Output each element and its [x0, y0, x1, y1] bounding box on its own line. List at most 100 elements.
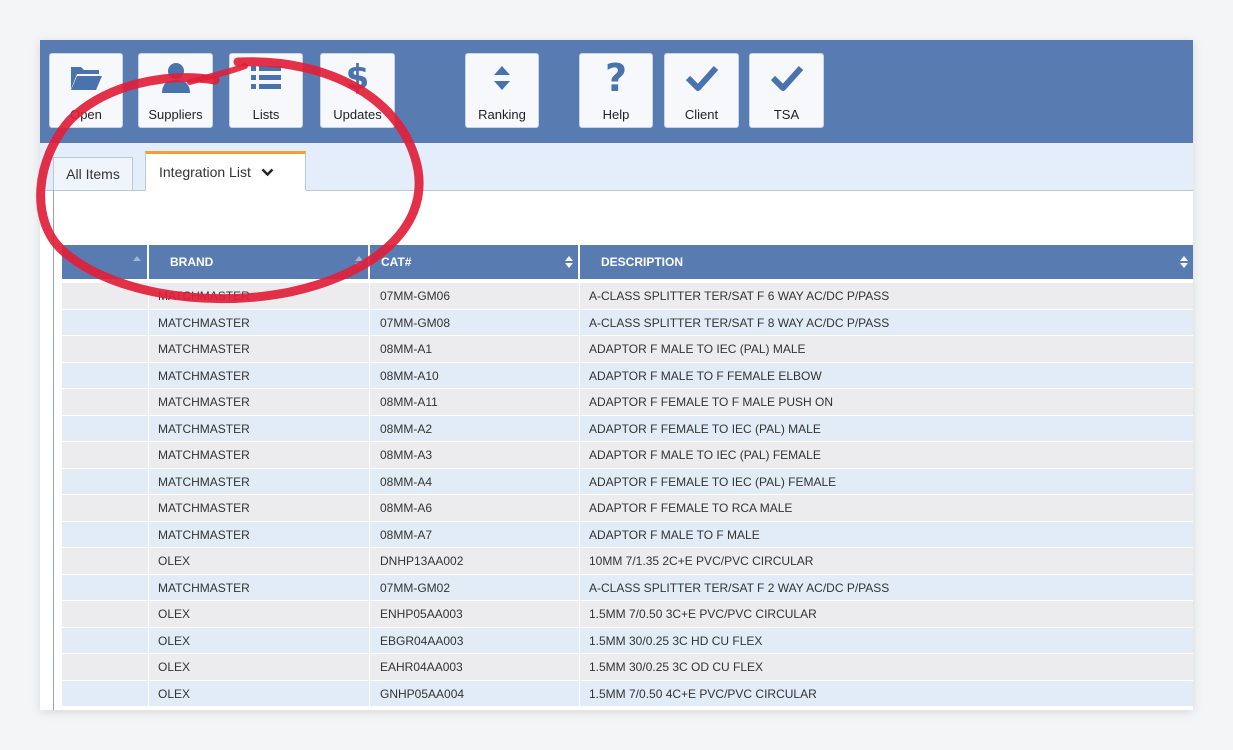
table-row[interactable]: OLEX GNHP05AA004 1.5MM 7/0.50 4C+E PVC/PVC… — [62, 680, 1193, 707]
description-cell: 1.5MM 30/0.25 3C HD CU FLEX — [589, 633, 763, 648]
table-row[interactable]: MATCHMASTER 08MM-A11 ADAPTOR F FEMALE TO F… — [62, 389, 1193, 416]
toolbar: Open Suppliers Lists $ Updates Ranking ?… — [40, 40, 1193, 143]
row-select-cell[interactable] — [62, 363, 147, 389]
chevron-down-icon[interactable] — [261, 168, 274, 177]
tsa-label: TSA — [773, 107, 800, 122]
updates-label: Updates — [333, 107, 382, 122]
brand-cell: OLEX — [158, 660, 191, 674]
tab-integration-list-label: Integration List — [159, 164, 251, 180]
brand-cell: MATCHMASTER — [158, 501, 250, 515]
suppliers-label: Suppliers — [148, 107, 203, 122]
lists-button[interactable]: Lists — [229, 53, 303, 128]
description-cell: ADAPTOR F MALE TO IEC (PAL) FEMALE — [589, 448, 821, 462]
brand-cell: OLEX — [158, 686, 191, 701]
table-row[interactable]: MATCHMASTER 08MM-A7 ADAPTOR F MALE TO F MA… — [62, 521, 1193, 548]
description-cell: ADAPTOR F FEMALE TO IEC (PAL) MALE — [589, 421, 821, 436]
row-select-cell[interactable] — [62, 575, 147, 601]
table-row[interactable]: MATCHMASTER 08MM-A6 ADAPTOR F FEMALE TO RC… — [62, 495, 1193, 522]
column-divider — [579, 283, 580, 710]
table-row[interactable]: MATCHMASTER 08MM-A10 ADAPTOR F MALE TO F F… — [62, 362, 1193, 389]
brand-cell: MATCHMASTER — [158, 395, 250, 409]
sort-asc-icon — [133, 256, 141, 261]
suppliers-button[interactable]: Suppliers — [138, 53, 213, 128]
client-label: Client — [684, 107, 719, 122]
table-row[interactable]: MATCHMASTER 08MM-A2 ADAPTOR F FEMALE TO IE… — [62, 415, 1193, 442]
table-row[interactable]: MATCHMASTER 08MM-A1 ADAPTOR F MALE TO IEC … — [62, 336, 1193, 363]
table-row[interactable]: MATCHMASTER 07MM-GM02 A-CLASS SPLITTER TER… — [62, 574, 1193, 601]
row-select-cell[interactable] — [62, 389, 147, 415]
tab-integration-list[interactable]: Integration List — [145, 151, 306, 191]
row-select-cell[interactable] — [62, 522, 147, 548]
brand-cell: MATCHMASTER — [158, 289, 250, 303]
cat-cell: 07MM-GM08 — [380, 315, 451, 330]
description-cell: 1.5MM 30/0.25 3C OD CU FLEX — [589, 660, 764, 674]
help-button[interactable]: ? Help — [579, 53, 653, 128]
row-select-cell[interactable] — [62, 495, 147, 521]
open-button[interactable]: Open — [49, 53, 123, 128]
check-icon — [750, 60, 823, 96]
app-window: Open Suppliers Lists $ Updates Ranking ?… — [40, 40, 1193, 710]
row-select-cell[interactable] — [62, 628, 147, 654]
table-row[interactable]: OLEX ENHP05AA003 1.5MM 7/0.50 3C+E PVC/PVC… — [62, 601, 1193, 628]
cat-cell: 08MM-A10 — [380, 368, 439, 383]
table-row[interactable]: OLEX DNHP13AA002 10MM 7/1.35 2C+E PVC/PVC … — [62, 548, 1193, 575]
column-header-brand[interactable]: BRAND — [149, 245, 368, 279]
row-select-cell[interactable] — [62, 336, 147, 362]
data-grid: BRAND CAT# DESCRIPTION MATCHMASTER 07MM-G… — [62, 245, 1193, 710]
table-row[interactable]: MATCHMASTER 07MM-GM06 A-CLASS SPLITTER TER… — [62, 283, 1193, 310]
tab-all-items-label: All Items — [66, 166, 120, 182]
table-row[interactable]: MATCHMASTER 07MM-GM08 A-CLASS SPLITTER TER… — [62, 309, 1193, 336]
description-cell: A-CLASS SPLITTER TER/SAT F 8 WAY AC/DC P… — [589, 315, 890, 330]
column-header-cat[interactable]: CAT# — [370, 245, 578, 279]
brand-cell: MATCHMASTER — [158, 474, 250, 489]
tsa-button[interactable]: TSA — [749, 53, 824, 128]
row-select-cell[interactable] — [62, 681, 147, 707]
help-label: Help — [602, 107, 630, 122]
updates-button[interactable]: $ Updates — [320, 53, 395, 128]
row-select-cell[interactable] — [62, 601, 147, 627]
row-select-cell[interactable] — [62, 283, 147, 309]
sort-icon — [1180, 256, 1188, 268]
row-select-cell[interactable] — [62, 548, 147, 574]
tab-all-items[interactable]: All Items — [53, 157, 133, 191]
brand-cell: MATCHMASTER — [158, 527, 250, 542]
column-divider — [148, 283, 149, 710]
brand-cell: OLEX — [158, 554, 191, 568]
brand-cell: OLEX — [158, 607, 191, 621]
row-select-cell[interactable] — [62, 416, 147, 442]
cat-cell: 07MM-GM06 — [380, 289, 451, 303]
brand-cell: MATCHMASTER — [158, 342, 250, 356]
cat-cell: GNHP05AA004 — [380, 686, 465, 701]
grid-body: MATCHMASTER 07MM-GM06 A-CLASS SPLITTER TER… — [62, 283, 1193, 707]
column-header-description[interactable]: DESCRIPTION — [580, 245, 1193, 279]
description-cell: A-CLASS SPLITTER TER/SAT F 6 WAY AC/DC P… — [589, 289, 890, 303]
cat-cell: 08MM-A11 — [380, 395, 438, 409]
row-select-cell[interactable] — [62, 310, 147, 336]
table-row[interactable]: MATCHMASTER 08MM-A4 ADAPTOR F FEMALE TO IE… — [62, 468, 1193, 495]
brand-cell: MATCHMASTER — [158, 421, 250, 436]
description-cell: ADAPTOR F FEMALE TO IEC (PAL) FEMALE — [589, 474, 837, 489]
table-row[interactable]: MATCHMASTER 08MM-A3 ADAPTOR F MALE TO IEC … — [62, 442, 1193, 469]
lists-label: Lists — [252, 107, 280, 122]
description-cell: 1.5MM 7/0.50 4C+E PVC/PVC CIRCULAR — [589, 686, 817, 701]
row-select-cell[interactable] — [62, 442, 147, 468]
question-icon: ? — [604, 56, 628, 100]
column-header-select[interactable] — [62, 245, 147, 279]
description-cell: 1.5MM 7/0.50 3C+E PVC/PVC CIRCULAR — [589, 607, 817, 621]
description-cell: ADAPTOR F MALE TO F FEMALE ELBOW — [589, 368, 822, 383]
row-select-cell[interactable] — [62, 654, 147, 680]
table-row[interactable]: OLEX EAHR04AA003 1.5MM 30/0.25 3C OD CU FL… — [62, 654, 1193, 681]
table-row[interactable]: OLEX EBGR04AA003 1.5MM 30/0.25 3C HD CU FL… — [62, 627, 1193, 654]
row-select-cell[interactable] — [62, 469, 147, 495]
client-button[interactable]: Client — [664, 53, 739, 128]
brand-cell: MATCHMASTER — [158, 580, 250, 595]
cat-cell: EBGR04AA003 — [380, 633, 464, 648]
description-cell: ADAPTOR F FEMALE TO RCA MALE — [589, 501, 793, 515]
cat-cell: 08MM-A7 — [380, 527, 433, 542]
cat-cell: 08MM-A6 — [380, 501, 433, 515]
column-divider — [369, 283, 370, 710]
cat-cell: 07MM-GM02 — [380, 580, 451, 595]
ranking-button[interactable]: Ranking — [465, 53, 539, 128]
description-cell: ADAPTOR F MALE TO F MALE — [589, 527, 760, 542]
description-cell: ADAPTOR F MALE TO IEC (PAL) MALE — [589, 342, 806, 356]
